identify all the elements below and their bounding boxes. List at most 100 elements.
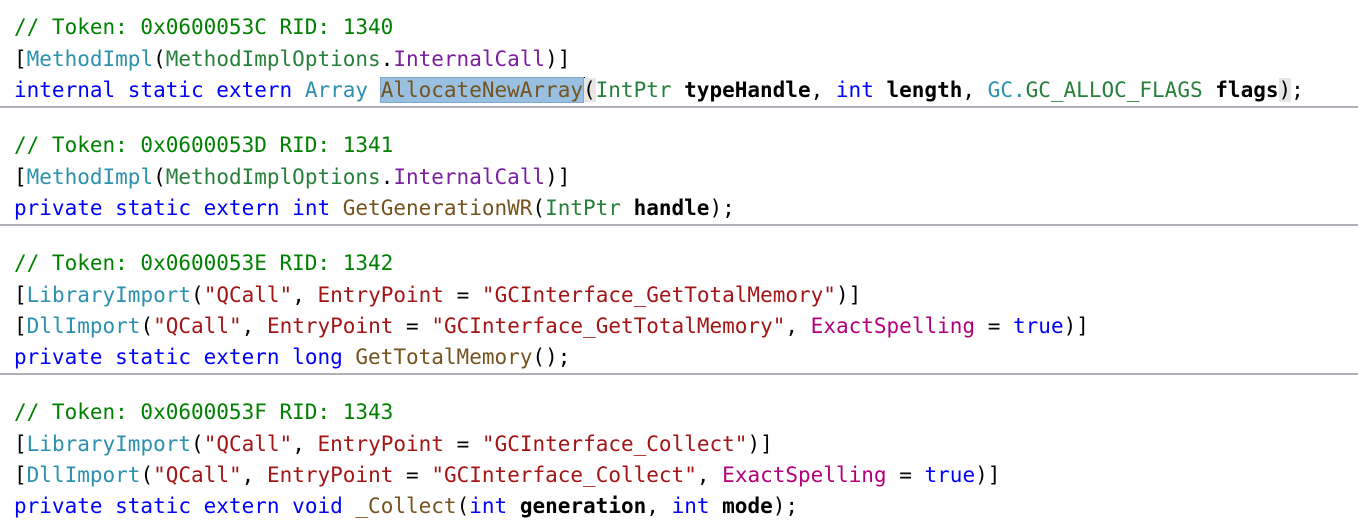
equals: = <box>406 314 419 338</box>
bracket: )] <box>545 47 571 71</box>
string-literal: "GCInterface_Collect" <box>431 463 697 487</box>
bracket: [ <box>14 314 27 338</box>
close-paren: ); <box>709 196 735 220</box>
bracket: [ <box>14 463 27 487</box>
comment-line: // Token: 0x0600053D RID: 1341 <box>14 133 394 157</box>
param-namespace[interactable]: GC. <box>988 78 1026 102</box>
code-editor[interactable]: // Token: 0x0600053C RID: 1340 [MethodIm… <box>0 0 1358 521</box>
string-literal: "GCInterface_GetTotalMemory" <box>481 283 836 307</box>
method-separator <box>0 106 1358 108</box>
attribute-name[interactable]: LibraryImport <box>27 432 191 456</box>
attribute-name[interactable]: MethodImpl <box>27 165 153 189</box>
string-literal: "QCall" <box>153 314 242 338</box>
param-type[interactable]: IntPtr <box>545 196 621 220</box>
property-name[interactable]: ExactSpelling <box>811 314 975 338</box>
paren: ( <box>153 47 166 71</box>
bracket: )] <box>747 432 773 456</box>
method-separator <box>0 224 1358 226</box>
bracket: )] <box>975 463 1001 487</box>
open-paren: ( <box>532 196 546 220</box>
property-name[interactable]: EntryPoint <box>267 314 393 338</box>
method-name[interactable]: GetGenerationWR <box>343 196 533 220</box>
param-name: length <box>886 78 963 102</box>
comma: , <box>241 463 255 487</box>
attribute-line: [DllImport("QCall", EntryPoint = "GCInte… <box>14 460 1000 491</box>
signature-line: private static extern int GetGenerationW… <box>14 193 735 224</box>
property-name[interactable]: EntryPoint <box>318 432 444 456</box>
param-name: mode <box>722 494 773 518</box>
semicolon: ; <box>1291 78 1304 102</box>
close-paren: ) <box>1278 78 1292 102</box>
comma: , <box>962 78 976 102</box>
comment-line: // Token: 0x0600053E RID: 1342 <box>14 251 394 275</box>
paren: ( <box>140 314 154 338</box>
enum-type[interactable]: MethodImplOptions <box>166 165 381 189</box>
string-literal: "GCInterface_GetTotalMemory" <box>431 314 786 338</box>
open-paren: ( <box>456 494 470 518</box>
param-type[interactable]: GC_ALLOC_FLAGS <box>1026 78 1203 102</box>
param-type[interactable]: IntPtr <box>596 78 672 102</box>
method-name[interactable]: _Collect <box>355 494 456 518</box>
comma: , <box>292 432 305 456</box>
comma: , <box>292 283 305 307</box>
comma: , <box>785 314 799 338</box>
string-literal: "QCall" <box>153 463 242 487</box>
paren: ( <box>191 283 204 307</box>
equals: = <box>456 283 470 307</box>
param-type[interactable]: int <box>469 494 507 518</box>
return-type[interactable]: void <box>292 494 343 518</box>
bracket: )] <box>1063 314 1089 338</box>
attribute-name[interactable]: DllImport <box>27 463 141 487</box>
attribute-name[interactable]: LibraryImport <box>27 283 191 307</box>
property-name[interactable]: EntryPoint <box>267 463 393 487</box>
return-type[interactable]: int <box>292 196 330 220</box>
equals: = <box>899 463 912 487</box>
modifiers: private static extern <box>14 345 280 369</box>
signature-line: private static extern long GetTotalMemor… <box>14 342 570 373</box>
bracket: [ <box>14 432 27 456</box>
attribute-name[interactable]: DllImport <box>27 314 141 338</box>
return-type[interactable]: long <box>292 345 343 369</box>
bracket: )] <box>545 165 571 189</box>
enum-member[interactable]: InternalCall <box>393 47 545 71</box>
attribute-line: [LibraryImport("QCall", EntryPoint = "GC… <box>14 280 861 311</box>
attribute-name[interactable]: MethodImpl <box>27 47 153 71</box>
param-type[interactable]: int <box>836 78 874 102</box>
equals: = <box>456 432 470 456</box>
method-name[interactable]: GetTotalMemory <box>355 345 532 369</box>
enum-member[interactable]: InternalCall <box>393 165 545 189</box>
signature-line: internal static extern Array AllocateNew… <box>14 75 1304 106</box>
comment-line: // Token: 0x0600053C RID: 1340 <box>14 15 394 39</box>
method-separator <box>0 373 1358 375</box>
semicolon: ; <box>785 494 799 518</box>
open-paren: ( <box>582 78 596 102</box>
comment-line: // Token: 0x0600053F RID: 1343 <box>14 400 394 424</box>
param-type[interactable]: int <box>672 494 710 518</box>
bool-literal: true <box>924 463 976 487</box>
param-name: generation <box>519 494 647 518</box>
modifiers: internal static extern <box>14 78 293 102</box>
dot: . <box>380 47 394 71</box>
selected-method-name[interactable]: AllocateNewArray <box>379 77 584 103</box>
comma: , <box>810 78 824 102</box>
enum-type[interactable]: MethodImplOptions <box>166 47 381 71</box>
parens: (); <box>532 345 571 369</box>
param-name: handle <box>633 196 710 220</box>
return-type[interactable]: Array <box>305 78 368 102</box>
bracket: [ <box>14 283 27 307</box>
comma: , <box>646 494 659 518</box>
paren: ( <box>140 463 154 487</box>
close-paren: ) <box>772 494 786 518</box>
property-name[interactable]: EntryPoint <box>318 283 444 307</box>
property-name[interactable]: ExactSpelling <box>722 463 886 487</box>
param-name: flags <box>1215 78 1279 102</box>
attribute-line: [MethodImpl(MethodImplOptions.InternalCa… <box>14 162 570 193</box>
bracket: [ <box>14 47 27 71</box>
param-name: typeHandle <box>684 78 811 102</box>
bool-literal: true <box>1013 314 1064 338</box>
modifiers: private static extern <box>14 196 280 220</box>
attribute-line: [DllImport("QCall", EntryPoint = "GCInte… <box>14 311 1089 342</box>
dot: . <box>380 165 394 189</box>
paren: ( <box>191 432 204 456</box>
modifiers: private static extern <box>14 494 280 518</box>
